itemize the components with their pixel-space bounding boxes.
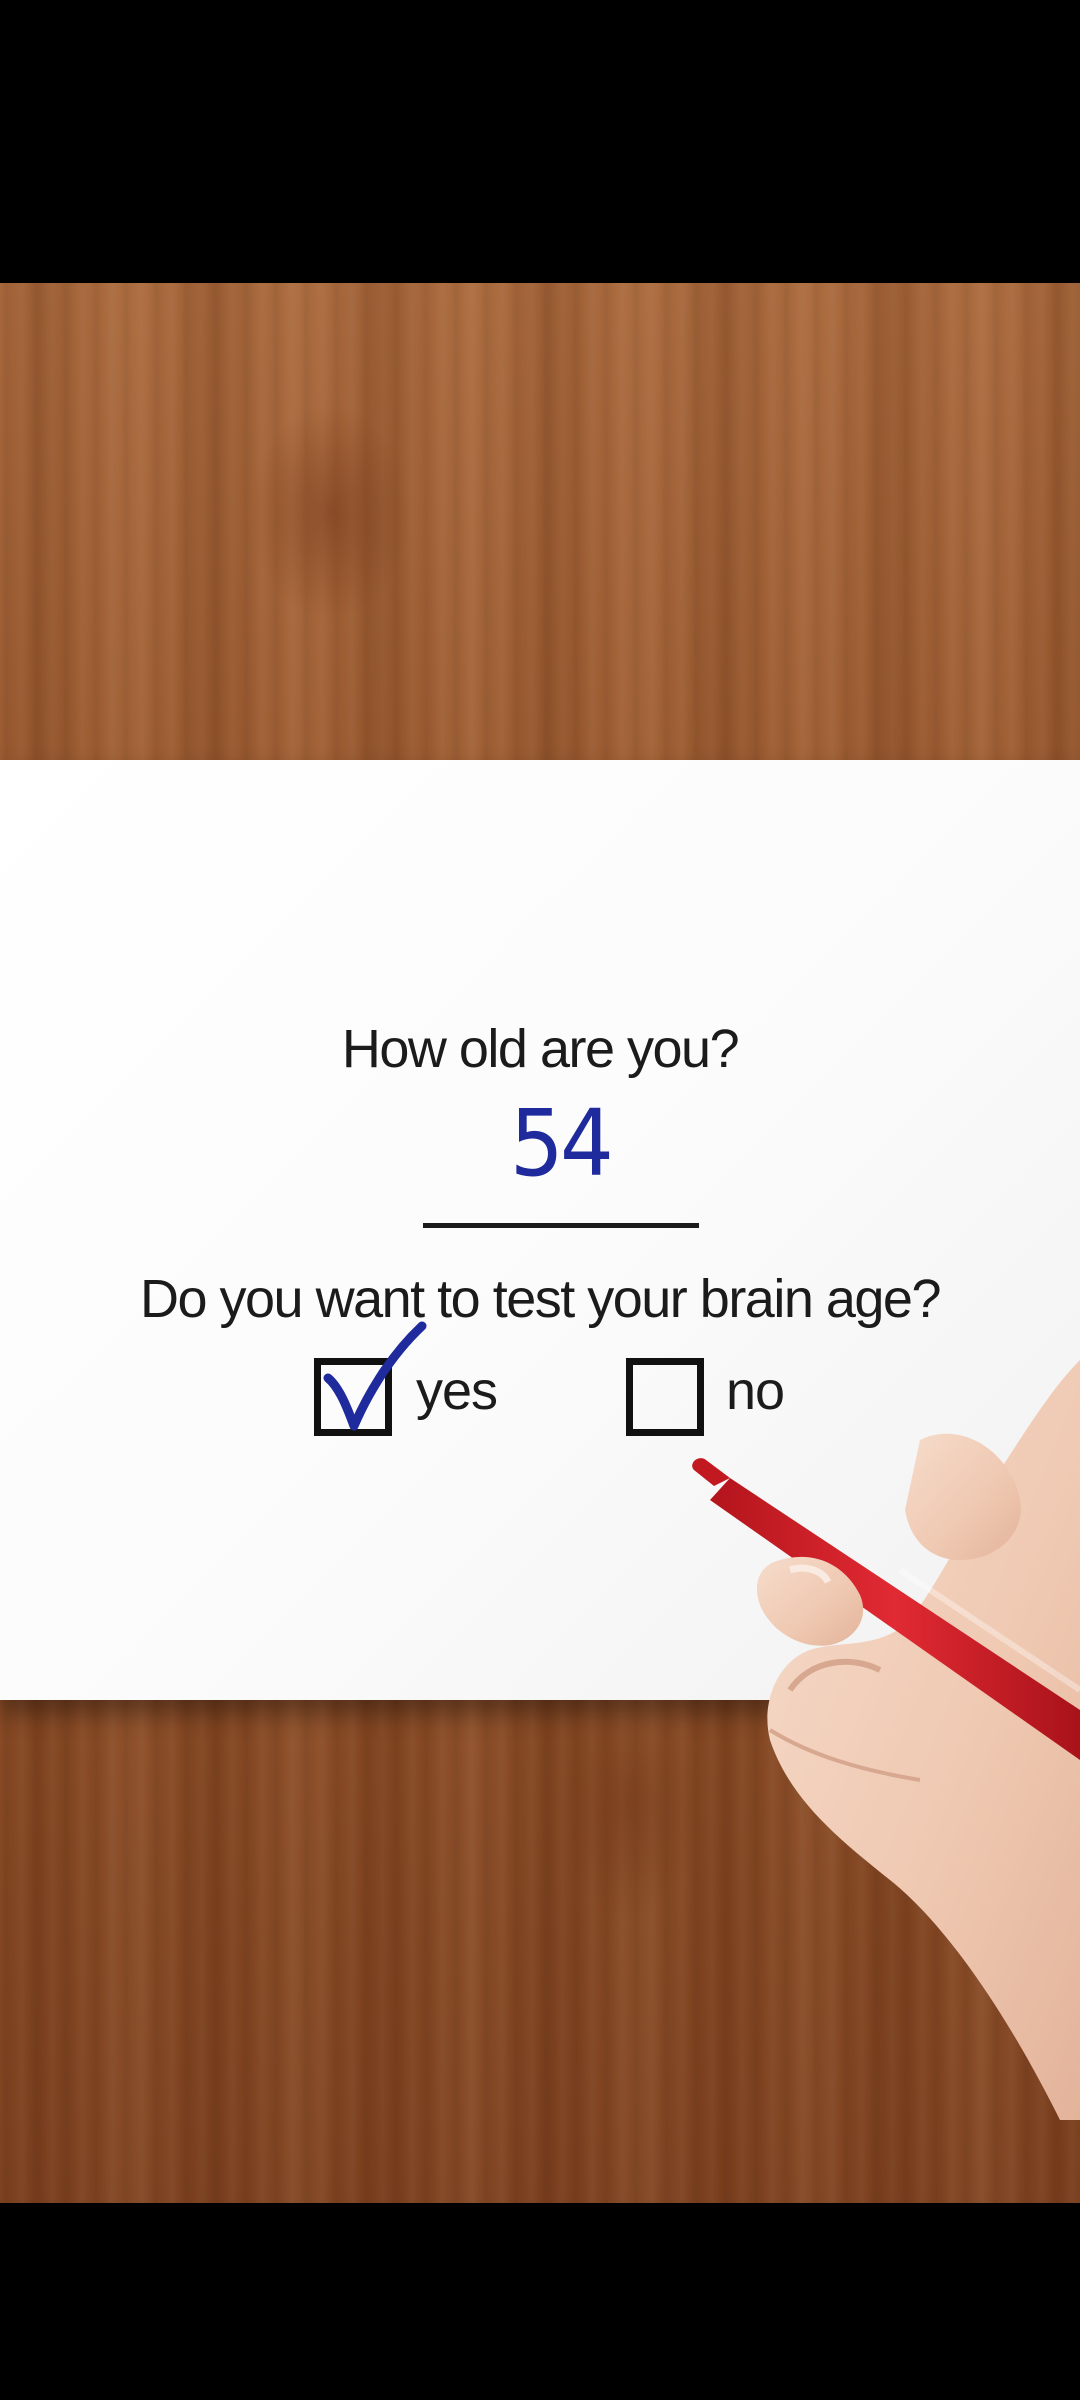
questionnaire-paper: How old are you? 54 Do you want to test … <box>0 760 1080 1700</box>
wood-knot <box>560 1683 700 1923</box>
yes-label: yes <box>416 1361 498 1421</box>
no-label: no <box>726 1361 785 1421</box>
no-checkbox[interactable] <box>626 1358 704 1436</box>
wood-knot <box>250 403 410 623</box>
question-age: How old are you? <box>341 1019 740 1079</box>
letterbox-top <box>0 0 1080 283</box>
question-test-brain-age: Do you want to test your brain age? <box>139 1269 942 1329</box>
screen: How old are you? 54 Do you want to test … <box>0 0 1080 2400</box>
letterbox-bottom <box>0 2203 1080 2400</box>
yes-checkbox[interactable] <box>314 1358 392 1436</box>
age-answer-handwritten: 54 <box>509 1090 614 1197</box>
answer-underline <box>423 1223 699 1228</box>
